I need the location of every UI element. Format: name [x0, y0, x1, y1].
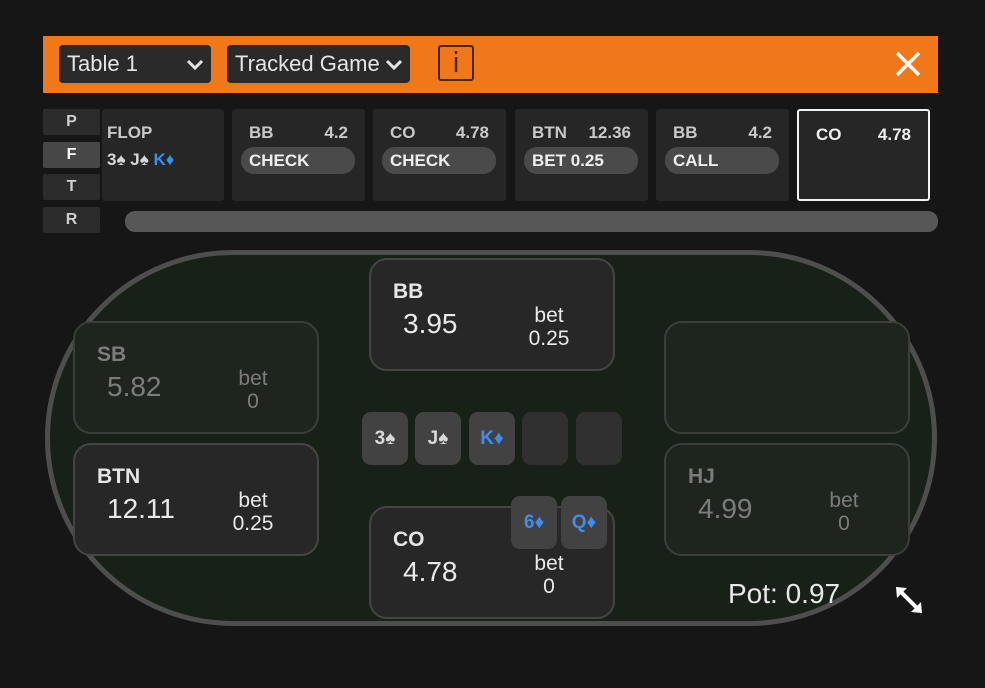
board-card-3[interactable]: K♦ [469, 412, 515, 465]
seat-hj[interactable]: HJ 4.99 bet 0 [664, 443, 910, 556]
history-scrollbar[interactable] [125, 211, 938, 232]
seat-bet-label: bet [829, 489, 859, 512]
seat-stack: 4.99 [698, 493, 753, 524]
spade-icon: ♠ [438, 428, 449, 449]
history-position: BB [249, 123, 274, 142]
history-action-pill: CHECK [241, 147, 355, 174]
board-card-turn-empty[interactable] [522, 412, 568, 465]
spade-icon: ♠ [116, 150, 126, 169]
history-action-card-current[interactable]: CO 4.78 [797, 109, 930, 201]
pot-label: Pot: 0.97 [728, 578, 841, 609]
seat-sb[interactable]: SB 5.82 bet 0 [73, 321, 319, 434]
table-select-value: Table 1 [67, 51, 138, 76]
history-action-card[interactable]: CO 4.78 CHECK [373, 109, 506, 201]
card-rank: 3 [374, 428, 386, 449]
street-button-flop[interactable]: F [43, 142, 100, 168]
street-button-river[interactable]: R [43, 207, 100, 233]
info-icon: i [452, 46, 460, 79]
history-stack: 4.2 [324, 123, 348, 142]
history-action-pill: BET 0.25 [524, 147, 638, 174]
seat-name: BB [393, 280, 424, 303]
history-position: BTN [532, 123, 567, 142]
history-action-card[interactable]: BB 4.2 CALL [656, 109, 789, 201]
board-card-river-empty[interactable] [576, 412, 622, 465]
history-action-pill: CALL [665, 147, 779, 174]
seat-stack: 5.82 [107, 371, 162, 402]
seat-bet-label: bet [238, 367, 268, 390]
seat-btn[interactable]: BTN 12.11 bet 0.25 [73, 443, 319, 556]
mini-card-rank: K [153, 150, 166, 169]
seat-empty[interactable] [664, 321, 910, 434]
seat-stack: 3.95 [403, 308, 458, 339]
history-stack: 4.78 [455, 123, 489, 142]
flop-mini-cards: 3♠ J♠ K♦ [107, 150, 174, 170]
history-position: CO [816, 125, 842, 144]
close-icon[interactable] [894, 50, 922, 78]
board-card-1[interactable]: 3♠ [362, 412, 408, 465]
chevron-down-icon [385, 59, 403, 71]
history-stack: 4.78 [877, 125, 911, 144]
hero-card-1[interactable]: 6♦ [511, 496, 557, 549]
seat-bet-label: bet [238, 489, 268, 512]
board-card-2[interactable]: J♠ [415, 412, 461, 465]
history-position: BB [673, 123, 698, 142]
history-position: CO [390, 123, 416, 142]
hero-card-2[interactable]: Q♦ [561, 496, 607, 549]
game-select[interactable]: Tracked Game [227, 45, 410, 83]
history-action-pill: CHECK [382, 147, 496, 174]
history-stack: 12.36 [588, 123, 631, 142]
seat-name: BTN [97, 465, 141, 488]
card-rank: 6 [523, 512, 535, 533]
spade-icon: ♠ [139, 150, 149, 169]
diamond-icon: ♦ [494, 428, 504, 449]
flop-label: FLOP [107, 123, 153, 142]
diamond-icon: ♦ [534, 512, 545, 533]
diamond-icon: ♦ [586, 512, 597, 533]
game-select-value: Tracked Game [235, 51, 380, 76]
table-select[interactable]: Table 1 [59, 45, 211, 83]
street-button-turn[interactable]: T [43, 174, 100, 200]
resize-icon[interactable] [893, 584, 925, 616]
seat-bet-label: bet [534, 552, 564, 575]
top-bar: Table 1 Tracked Game i [43, 36, 938, 93]
mini-card-rank: J [130, 150, 140, 169]
seat-bet-value: 0 [247, 390, 259, 413]
diamond-icon: ♦ [165, 150, 175, 169]
seat-name: HJ [688, 465, 715, 488]
card-rank: K [480, 428, 495, 449]
seat-name: SB [97, 343, 127, 366]
info-button[interactable]: i [438, 45, 474, 81]
chevron-down-icon [186, 59, 204, 71]
history-action-card[interactable]: BB 4.2 CHECK [232, 109, 365, 201]
seat-name: CO [393, 528, 425, 551]
seat-bb[interactable]: BB 3.95 bet 0.25 [369, 258, 615, 371]
history-stack: 4.2 [748, 123, 772, 142]
seat-bet-value: 0.25 [528, 327, 570, 350]
seat-bet-label: bet [534, 304, 564, 327]
seat-stack: 4.78 [403, 556, 458, 587]
street-button-preflop[interactable]: P [43, 109, 100, 135]
card-rank: Q [571, 512, 587, 533]
seat-bet-value: 0.25 [232, 512, 274, 535]
card-rank: J [427, 428, 439, 449]
seat-bet-value: 0 [838, 512, 850, 535]
history-action-card[interactable]: BTN 12.36 BET 0.25 [515, 109, 648, 201]
seat-stack: 12.11 [107, 493, 175, 524]
spade-icon: ♠ [385, 428, 396, 449]
seat-bet-value: 0 [543, 575, 555, 598]
